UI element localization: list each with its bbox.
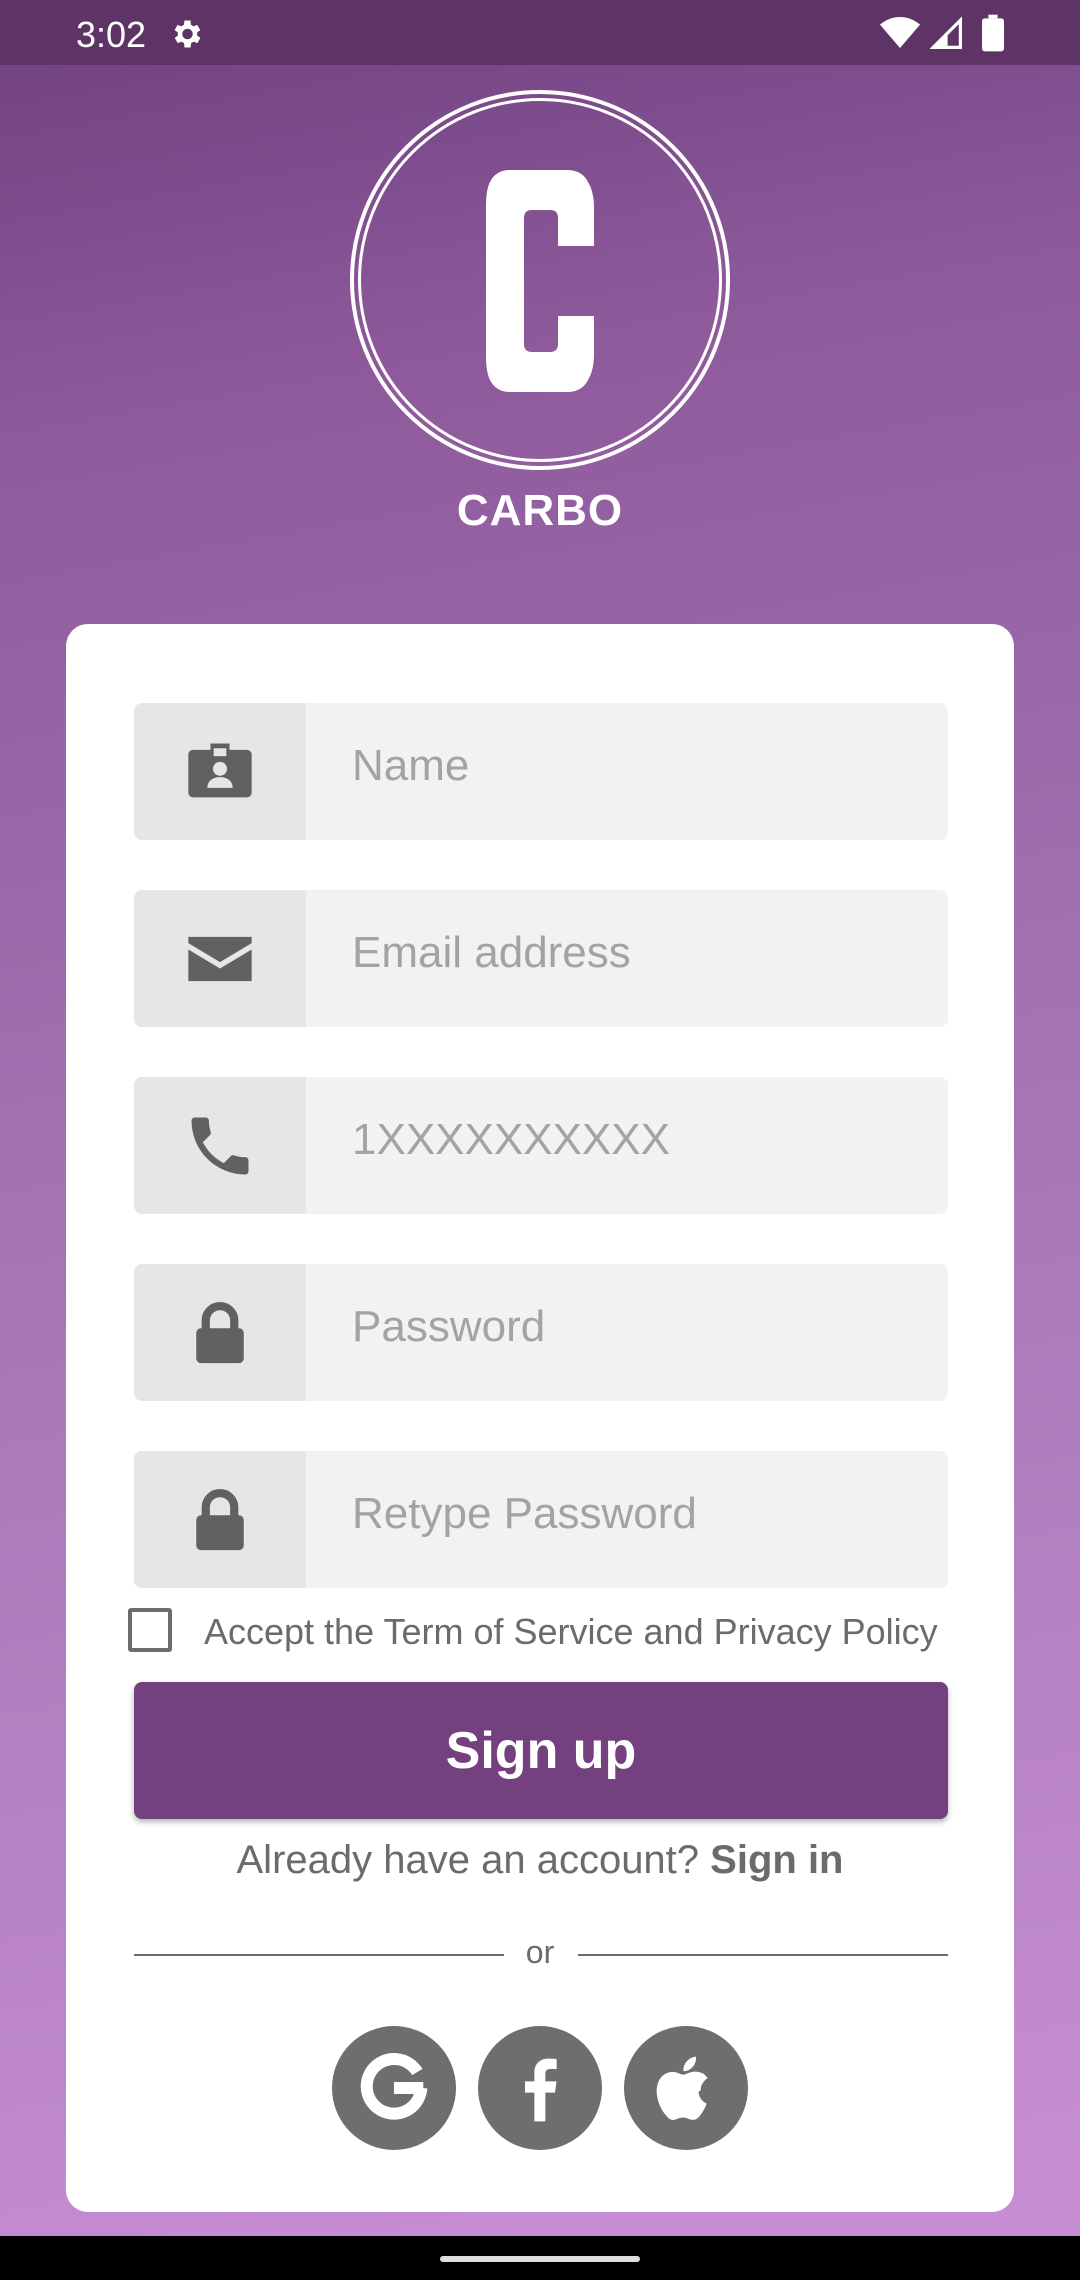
signup-button[interactable]: Sign up [134, 1682, 948, 1819]
phone-input[interactable] [306, 1077, 926, 1214]
email-field [134, 890, 948, 1027]
name-input[interactable] [306, 703, 926, 840]
phone-field [134, 1077, 948, 1214]
apple-signin-button[interactable] [624, 2026, 748, 2150]
terms-label: Accept the Term of Service and Privacy P… [204, 1611, 938, 1652]
phone-icon [191, 1117, 249, 1174]
logo-letter-c-icon [486, 170, 594, 392]
or-label: or [525, 1934, 555, 1970]
lock-icon [196, 1488, 244, 1550]
signin-row: Already have an account? Sign in [66, 1838, 1014, 1883]
carbo-logo [350, 90, 730, 470]
status-time: 3:02 [76, 14, 147, 55]
wifi-icon [880, 17, 920, 48]
terms-checkbox[interactable] [128, 1608, 172, 1652]
email-icon-box [134, 890, 306, 1027]
signal-icon [930, 16, 962, 49]
password-field [134, 1264, 948, 1401]
name-icon-box [134, 703, 306, 840]
divider-right [578, 1954, 948, 1956]
name-field [134, 703, 948, 840]
status-bar: 3:02 [0, 0, 1080, 65]
terms-row: Accept the Term of Service and Privacy P… [128, 1608, 968, 1658]
home-gesture-handle[interactable] [440, 2256, 640, 2262]
signin-link[interactable]: Sign in [710, 1838, 843, 1882]
retype-password-input[interactable] [306, 1451, 926, 1588]
envelope-icon [188, 936, 252, 981]
email-input[interactable] [306, 890, 926, 1027]
password-icon-box [134, 1264, 306, 1401]
lock-icon [196, 1301, 244, 1363]
retype-password-icon-box [134, 1451, 306, 1588]
google-icon [360, 2053, 428, 2120]
gear-icon [174, 20, 201, 48]
signin-prompt: Already have an account? [236, 1838, 700, 1882]
password-input[interactable] [306, 1264, 926, 1401]
apple-icon [656, 2056, 708, 2120]
google-signin-button[interactable] [332, 2026, 456, 2150]
battery-icon [982, 14, 1004, 52]
facebook-icon [525, 2058, 557, 2122]
facebook-signin-button[interactable] [478, 2026, 602, 2150]
brand-name: CARBO [456, 486, 624, 535]
retype-password-field [134, 1451, 948, 1588]
signup-card: Accept the Term of Service and Privacy P… [66, 624, 1014, 2212]
id-badge-icon [188, 743, 252, 797]
phone-icon-box [134, 1077, 306, 1214]
navigation-bar [0, 2236, 1080, 2280]
